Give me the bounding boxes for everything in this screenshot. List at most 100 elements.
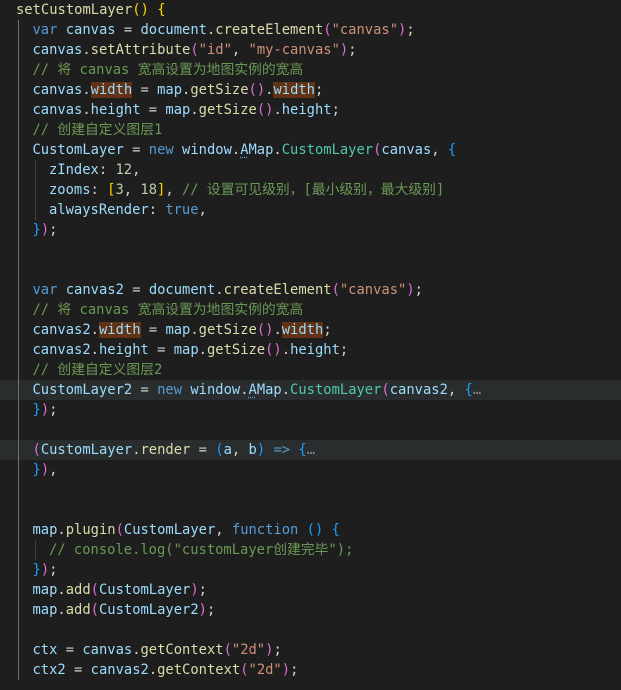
code-line[interactable]: }); (0, 560, 621, 580)
code-token: CustomLayer2 (98, 602, 199, 618)
code-token: ( (381, 382, 390, 398)
code-line[interactable]: canvas2.height = map.getSize().height; (0, 340, 621, 360)
code-token: , (231, 42, 249, 58)
code-token: ; (198, 582, 207, 598)
code-token: ( (115, 522, 124, 538)
code-token: a (223, 442, 232, 458)
code-token: map (32, 602, 58, 618)
code-token: ; (348, 42, 357, 58)
code-text: CustomLayer = new window.AMap.CustomLaye… (33, 140, 457, 160)
code-text: ctx2 = canvas2.getContext("2d"); (33, 660, 299, 680)
code-token: ( (223, 642, 232, 658)
code-line[interactable]: zooms: [3, 18], // 设置可见级别，[最小级别，最大级别] (0, 180, 621, 200)
code-token: , (431, 142, 448, 158)
code-token: ( (32, 442, 41, 458)
code-token: . (273, 102, 282, 118)
code-token: getSize (206, 342, 266, 358)
code-token: "canvas" (339, 282, 407, 298)
code-token: canvas (381, 142, 432, 158)
code-token: = (123, 282, 149, 298)
code-token: ( (215, 442, 224, 458)
code-line[interactable]: ctx = canvas.getContext("2d"); (0, 640, 621, 660)
code-text: map.add(CustomLayer); (33, 580, 207, 600)
code-line[interactable]: // 将 canvas 宽高设置为地图实例的宽高 (0, 60, 621, 80)
code-token: width (90, 82, 133, 98)
code-token: Map (256, 382, 282, 398)
code-line[interactable]: }), (0, 460, 621, 480)
code-line[interactable]: }); (0, 220, 621, 240)
code-token: map (32, 522, 58, 538)
code-token: ( (190, 42, 199, 58)
code-token: canvas2 (389, 382, 448, 398)
indent-guide (18, 220, 19, 240)
code-line[interactable]: ctx2 = canvas2.getContext("2d"); (0, 660, 621, 680)
code-token: { (331, 522, 340, 538)
code-token: () (132, 2, 149, 18)
code-line[interactable]: // console.log("customLayer创建完毕"); (0, 540, 621, 560)
code-token: ) (40, 462, 50, 478)
code-token: CustomLayer (290, 382, 382, 398)
indent-guide (18, 360, 19, 380)
code-line[interactable]: CustomLayer = new window.AMap.CustomLaye… (0, 140, 621, 160)
code-line[interactable]: CustomLayer2 = new window.AMap.CustomLay… (0, 380, 621, 400)
code-token: ) (281, 662, 291, 678)
code-token: plugin (65, 522, 116, 538)
code-token: () (265, 342, 282, 358)
code-token: ; (273, 642, 282, 658)
code-token: canvas (32, 102, 83, 118)
code-line[interactable]: map.plugin(CustomLayer, function () { (0, 520, 621, 540)
indent-guide (18, 400, 19, 420)
code-line[interactable]: canvas2.width = map.getSize().width; (0, 320, 621, 340)
code-line[interactable]: (CustomLayer.render = (a, b) => {… (0, 440, 621, 460)
code-token: = (132, 82, 158, 98)
code-token: add (65, 602, 91, 618)
code-line[interactable]: setCustomLayer() { (0, 0, 621, 20)
code-line[interactable]: var canvas = document.createElement("can… (0, 20, 621, 40)
code-line[interactable]: var canvas2 = document.createElement("ca… (0, 280, 621, 300)
code-line[interactable]: map.add(CustomLayer); (0, 580, 621, 600)
code-token: height (290, 342, 340, 358)
code-line[interactable]: canvas.height = map.getSize().height; (0, 100, 621, 120)
code-token: ; (339, 342, 349, 358)
code-token: { (298, 442, 307, 458)
indent-guide (18, 460, 19, 480)
code-token: , (215, 522, 232, 538)
code-token: "my-canvas" (248, 42, 340, 58)
code-line[interactable]: // 创建自定义图层2 (0, 360, 621, 380)
indent-guide (18, 200, 19, 220)
code-line[interactable]: canvas.setAttribute("id", "my-canvas"); (0, 40, 621, 60)
fold-ellipsis-icon[interactable]: … (473, 382, 481, 398)
code-line[interactable]: map.add(CustomLayer2); (0, 600, 621, 620)
code-token: = (148, 342, 174, 358)
code-token: setAttribute (90, 42, 191, 58)
code-token: ; (49, 222, 58, 238)
code-token: // 将 canvas 宽高设置为地图实例的宽高 (32, 302, 304, 318)
code-line[interactable]: zIndex: 12, (0, 160, 621, 180)
code-line[interactable]: alwaysRender: true, (0, 200, 621, 220)
code-token: // 创建自定义图层1 (32, 122, 163, 138)
code-line[interactable]: // 将 canvas 宽高设置为地图实例的宽高 (0, 300, 621, 320)
code-token: . (273, 322, 282, 338)
code-text: }); (33, 400, 58, 420)
fold-ellipsis-icon[interactable]: … (307, 442, 315, 458)
code-editor[interactable]: setCustomLayer() {var canvas = document.… (0, 0, 621, 690)
indent-guide (18, 540, 19, 560)
indent-guide (18, 420, 19, 440)
code-token: . (148, 662, 158, 678)
code-text: canvas.height = map.getSize().height; (33, 100, 340, 120)
code-line[interactable]: canvas.width = map.getSize().width; (0, 80, 621, 100)
code-token: CustomLayer (98, 582, 191, 598)
code-line[interactable]: // 创建自定义图层1 (0, 120, 621, 140)
code-token: ( (323, 22, 332, 38)
code-token: ( (90, 582, 99, 598)
code-token: canvas2 (90, 662, 149, 678)
indent-guide (18, 280, 19, 300)
code-token: . (132, 642, 141, 658)
code-token: setCustomLayer (16, 2, 133, 18)
code-line[interactable]: }); (0, 400, 621, 420)
code-text: setCustomLayer() { (16, 0, 166, 20)
code-token: ; (49, 562, 58, 578)
code-token: canvas (32, 42, 83, 58)
